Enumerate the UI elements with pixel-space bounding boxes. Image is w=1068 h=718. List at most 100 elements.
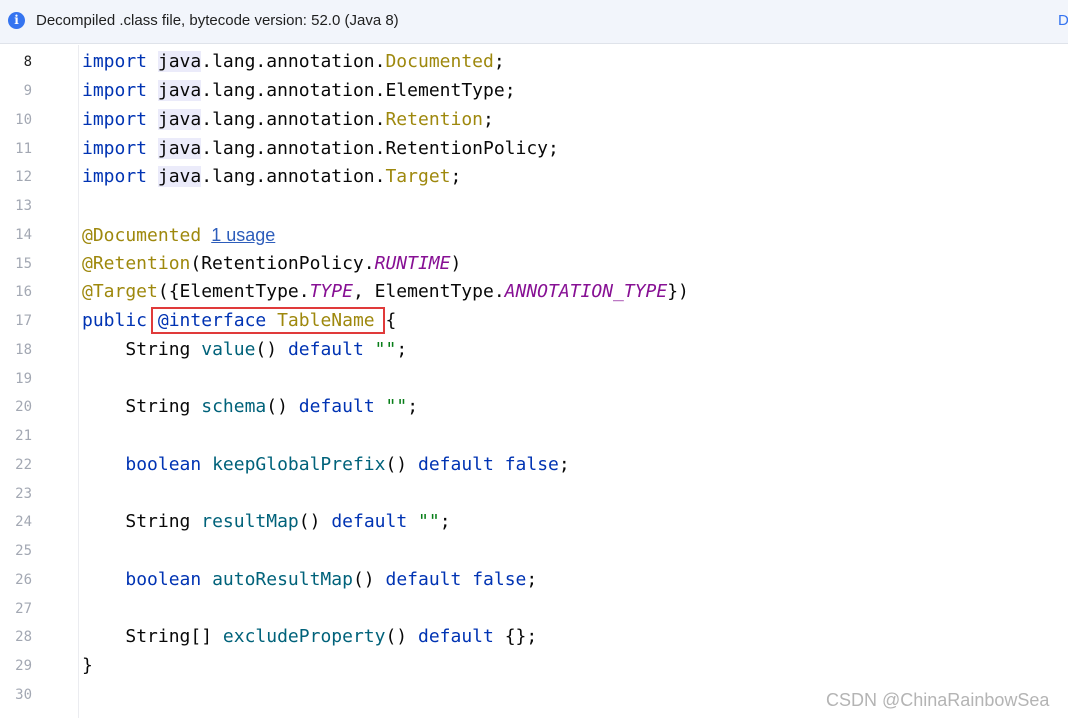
keyword: import	[82, 166, 148, 187]
enum-constant: ANNOTATION_TYPE	[504, 281, 668, 302]
enum-constant: RUNTIME	[374, 253, 451, 274]
code-line-16: @Target({ElementType.TYPE, ElementType.A…	[82, 280, 689, 304]
line-number: 10	[15, 112, 32, 128]
watermark: CSDN @ChinaRainbowSea	[826, 690, 1050, 710]
line-number: 19	[15, 371, 32, 387]
package-root: java	[157, 138, 202, 159]
code-line-15: @Retention(RetentionPolicy.RUNTIME)	[82, 252, 461, 276]
semicolon: ;	[407, 396, 419, 417]
code-line-28: String[] excludeProperty() default {};	[82, 625, 537, 649]
code-text: }	[82, 655, 93, 676]
semicolon: ;	[483, 109, 494, 130]
decompiled-banner: i Decompiled .class file, bytecode versi…	[0, 0, 1068, 44]
enum-constant: TYPE	[309, 281, 353, 302]
code-text: ()	[385, 626, 408, 647]
line-number: 26	[15, 572, 32, 588]
code-text: ()	[266, 396, 288, 417]
annotation: @Retention	[82, 253, 191, 274]
semicolon: ;	[548, 138, 559, 159]
code-text: ()	[385, 454, 408, 475]
package-root: java	[157, 166, 202, 187]
code-line-26: boolean autoResultMap() default false;	[82, 568, 537, 592]
code-line-18: String value() default "";	[82, 338, 407, 362]
annotation-name: TableName	[277, 310, 375, 331]
gutter-divider	[78, 45, 79, 718]
line-number: 21	[15, 428, 32, 444]
banner-message: Decompiled .class file, bytecode version…	[36, 12, 399, 29]
method-name: schema	[201, 396, 267, 417]
line-number: 24	[15, 514, 32, 530]
keyword: import	[82, 138, 148, 159]
code-line-29: }	[82, 654, 93, 678]
semicolon: ;	[450, 166, 462, 187]
keyword: default	[331, 511, 408, 532]
code-text: {	[385, 310, 397, 331]
code-text: {}	[504, 626, 527, 647]
type: String	[125, 396, 191, 417]
imported-class: Documented	[385, 51, 494, 72]
line-number: 16	[15, 284, 32, 300]
code-line-12: import java.lang.annotation.Target;	[82, 165, 461, 189]
code-text: , ElementType.	[352, 281, 505, 302]
keyword: default	[385, 569, 462, 590]
keyword: boolean	[125, 569, 202, 590]
string-literal: ""	[418, 511, 440, 532]
method-name: autoResultMap	[212, 569, 353, 590]
keyword: @interface	[157, 310, 267, 331]
package-path: .lang.annotation.	[201, 138, 386, 159]
usage-link[interactable]: 1 usage	[211, 225, 275, 245]
annotation: @Target	[82, 281, 158, 302]
keyword: default	[287, 339, 364, 360]
package-root: java	[157, 51, 202, 72]
line-number: 20	[15, 399, 32, 415]
info-icon: i	[8, 12, 25, 29]
line-number: 8	[23, 54, 32, 70]
semicolon: ;	[493, 51, 505, 72]
semicolon: ;	[396, 339, 408, 360]
line-number: 25	[15, 543, 32, 559]
keyword: false	[472, 569, 527, 590]
line-number: 30	[15, 687, 32, 703]
keyword: public	[82, 310, 148, 331]
imported-class: ElementType	[385, 80, 505, 101]
code-line-11: import java.lang.annotation.RetentionPol…	[82, 137, 559, 161]
banner-action-link[interactable]: D	[1058, 12, 1068, 29]
semicolon: ;	[439, 511, 451, 532]
type: String[]	[125, 626, 213, 647]
line-number: 14	[15, 227, 32, 243]
line-number: 29	[15, 658, 32, 674]
line-gutter: 8 9 10 11 12 13 14 15 16 17 18 19 20 21 …	[0, 45, 78, 718]
semicolon: ;	[504, 80, 516, 101]
line-number: 18	[15, 342, 32, 358]
code-line-8: import java.lang.annotation.Documented;	[82, 50, 505, 74]
code-text: ({ElementType.	[157, 281, 310, 302]
line-number: 27	[15, 601, 32, 617]
line-number: 12	[15, 169, 32, 185]
line-number: 23	[15, 486, 32, 502]
type: String	[125, 339, 191, 360]
string-literal: ""	[374, 339, 397, 360]
line-number: 9	[23, 83, 32, 99]
code-line-22: boolean keepGlobalPrefix() default false…	[82, 453, 570, 477]
code-line-24: String resultMap() default "";	[82, 510, 451, 534]
keyword: false	[504, 454, 559, 475]
imported-class: Retention	[385, 109, 484, 130]
code-text: ()	[298, 511, 321, 532]
line-number: 17	[15, 313, 32, 329]
code-line-9: import java.lang.annotation.ElementType;	[82, 79, 516, 103]
code-line-17: public @interface TableName {	[82, 309, 396, 333]
code-text: )	[450, 253, 462, 274]
keyword: boolean	[125, 454, 202, 475]
method-name: resultMap	[201, 511, 299, 532]
code-editor[interactable]: 8 9 10 11 12 13 14 15 16 17 18 19 20 21 …	[0, 45, 1068, 718]
code-text: (RetentionPolicy.	[190, 253, 375, 274]
code-text: ()	[352, 569, 375, 590]
semicolon: ;	[558, 454, 570, 475]
code-text: })	[667, 281, 689, 302]
method-name: excludeProperty	[222, 626, 386, 647]
package-path: .lang.annotation.	[201, 51, 386, 72]
code-line-20: String schema() default "";	[82, 395, 418, 419]
imported-class: RetentionPolicy	[385, 138, 549, 159]
package-root: java	[157, 109, 202, 130]
line-number: 13	[15, 198, 32, 214]
